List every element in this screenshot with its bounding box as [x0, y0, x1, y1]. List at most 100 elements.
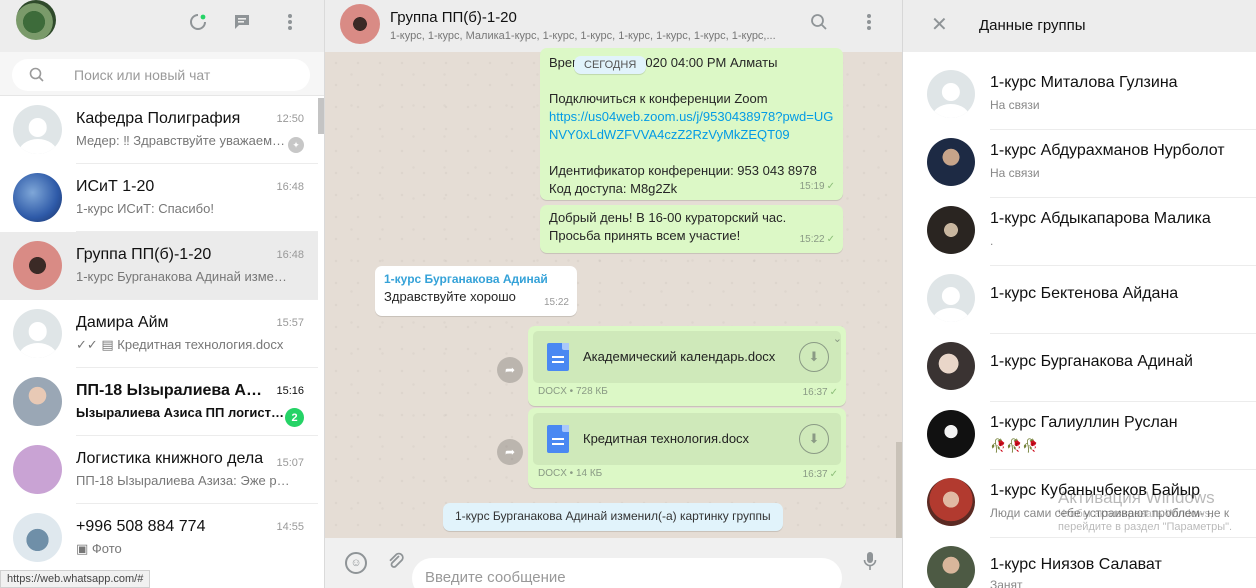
- chat-item-isit[interactable]: ИСиТ 1-20 16:48 1-курс ИСиТ: Спасибо!: [0, 164, 318, 232]
- member-item[interactable]: 1-курс Абдурахманов Нурболот На связи: [903, 130, 1256, 198]
- document-icon: [547, 425, 569, 453]
- mic-icon[interactable]: [863, 551, 877, 576]
- chat-time: 16:48: [276, 181, 304, 193]
- date-pill: СЕГОДНЯ: [574, 56, 647, 74]
- message-sender[interactable]: 1-курс Бурганакова Адинай: [384, 270, 568, 288]
- member-avatar: [927, 410, 975, 458]
- member-name: 1-курс Бектенова Айдана: [990, 285, 1179, 302]
- chat-avatar: [13, 241, 62, 290]
- document-meta: DOCX • 14 КБ: [538, 468, 603, 479]
- chat-item-phone[interactable]: +996 508 884 774 14:55 ▣ Фото: [0, 504, 318, 572]
- member-avatar: [927, 274, 975, 322]
- my-avatar[interactable]: [16, 0, 56, 40]
- chat-preview: ПП-18 Ызыралиева Азиза: Эже разрешите…: [76, 473, 291, 488]
- chat-list: Кафедра Полиграфия 12:50 Медер: ‼ Здравс…: [0, 96, 318, 572]
- document-name: Академический календарь.docx: [583, 349, 776, 364]
- menu-icon[interactable]: [855, 8, 883, 36]
- document-card[interactable]: Академический календарь.docx ⬇: [533, 331, 841, 383]
- chat-item-logistika[interactable]: Логистика книжного дела ПП-18 Ызыралиева…: [0, 436, 318, 504]
- group-avatar: [13, 105, 62, 154]
- member-avatar: [927, 70, 975, 118]
- chat-preview: 1-курс Бурганакова Адинай изменил(-а)…: [76, 269, 291, 284]
- member-item[interactable]: 1-курс Галиуллин Руслан 🥀🥀🥀: [903, 402, 1256, 470]
- chat-item-kafedra[interactable]: Кафедра Полиграфия 12:50 Медер: ‼ Здравс…: [0, 96, 318, 164]
- chat-time: 15:57: [276, 317, 304, 329]
- group-title: Группа ПП(б)-1-20: [390, 9, 517, 26]
- chat-preview: 1-курс ИСиТ: Спасибо!: [76, 201, 214, 216]
- member-item[interactable]: 1-курс Кубанычбеков Байыр Люди сами себе…: [903, 470, 1256, 538]
- group-members: 1-курс, 1-курс, Малика1-курс, 1-курс, 1-…: [390, 30, 776, 42]
- new-chat-icon[interactable]: [228, 8, 256, 36]
- document-message-calendar[interactable]: Академический календарь.docx ⬇ DOCX • 72…: [528, 326, 846, 406]
- member-name: 1-курс Кубанычбеков Байыр: [990, 482, 1201, 499]
- chat-time: 15:07: [276, 457, 304, 469]
- document-card[interactable]: Кредитная технология.docx ⬇: [533, 413, 841, 465]
- attach-icon[interactable]: [387, 551, 405, 576]
- emoji-icon[interactable]: ☺: [345, 552, 367, 574]
- member-avatar: [927, 478, 975, 526]
- member-item[interactable]: 1-курс Ниязов Салават Занят: [903, 538, 1256, 588]
- member-status: .: [990, 234, 994, 248]
- system-message: 1-курс Бурганакова Адинай изменил(-а) ка…: [443, 503, 783, 531]
- message-input[interactable]: [425, 569, 825, 586]
- group-info-title: Данные группы: [979, 17, 1086, 34]
- document-name: Кредитная технология.docx: [583, 431, 750, 446]
- chat-time: 12:50: [276, 113, 304, 125]
- chat-time: 16:48: [276, 249, 304, 261]
- member-item[interactable]: 1-курс Бурганакова Адинай: [903, 334, 1256, 402]
- chat-item-damira[interactable]: Дамира Айм 15:57 ✓✓ ▤ Кредитная технолог…: [0, 300, 318, 368]
- menu-icon[interactable]: [276, 8, 304, 36]
- member-status: Занят: [990, 578, 1023, 588]
- chevron-down-icon[interactable]: ⌄: [833, 330, 842, 348]
- message-bubble-incoming[interactable]: 1-курс Бурганакова Адинай Здравствуйте х…: [375, 266, 577, 316]
- unread-badge: 2: [285, 408, 304, 427]
- member-name: 1-курс Бурганакова Адинай: [990, 353, 1193, 370]
- member-avatar: [927, 546, 975, 588]
- document-icon: [547, 343, 569, 371]
- chat-name: Группа ПП(б)-1-20: [76, 246, 212, 263]
- chat-preview: ▣ Фото: [76, 541, 122, 556]
- zoom-link[interactable]: https://us04web.zoom.us/j/9530438978?pwd…: [549, 109, 833, 142]
- member-name: 1-курс Миталова Гулзина: [990, 74, 1178, 91]
- chat-item-pp18[interactable]: ПП-18 Ызыралиева Аз... 15:16 Ызыралиева …: [0, 368, 318, 436]
- chat-name: Логистика книжного дела: [76, 450, 264, 467]
- member-status: Люди сами себе устраивают проблем- не к: [990, 506, 1230, 520]
- search-input[interactable]: [74, 65, 294, 85]
- chat-name: ПП-18 Ызыралиева Аз...: [76, 382, 266, 399]
- chat-avatar: [13, 309, 62, 358]
- member-avatar: [927, 138, 975, 186]
- search-box[interactable]: [12, 59, 310, 91]
- download-icon[interactable]: ⬇: [799, 342, 829, 372]
- chat-avatar: [13, 173, 62, 222]
- member-item[interactable]: 1-курс Абдыкапарова Малика .: [903, 198, 1256, 266]
- chat-item-group-pp[interactable]: Группа ПП(б)-1-20 16:48 1-курс Бурганако…: [0, 232, 318, 300]
- member-avatar: [927, 342, 975, 390]
- message-bubble-curator[interactable]: Добрый день! В 16-00 кураторский час. Пр…: [540, 205, 843, 253]
- chat-avatar: [13, 513, 62, 562]
- close-icon[interactable]: ✕: [931, 12, 948, 37]
- message-time: 16:37 ✓: [802, 469, 838, 480]
- member-item[interactable]: 1-курс Миталова Гулзина На связи: [903, 62, 1256, 130]
- pin-icon: ✦: [288, 137, 304, 153]
- member-name: 1-курс Абдыкапарова Малика: [990, 210, 1211, 227]
- forward-icon[interactable]: ➦: [497, 439, 523, 465]
- member-name: 1-курс Ниязов Салават: [990, 556, 1162, 573]
- search-icon[interactable]: [805, 8, 833, 36]
- message-time: 15:22: [543, 297, 569, 308]
- member-avatar: [927, 206, 975, 254]
- chat-avatar: [13, 377, 62, 426]
- document-message-credit[interactable]: Кредитная технология.docx ⬇ DOCX • 14 КБ…: [528, 408, 846, 488]
- group-avatar[interactable]: [340, 4, 380, 44]
- conversation-scrollbar[interactable]: [896, 442, 902, 538]
- chat-list-scrollbar[interactable]: [318, 98, 324, 134]
- message-input-box[interactable]: [412, 558, 842, 588]
- status-icon[interactable]: [184, 8, 212, 36]
- message-time: 15:19 ✓: [799, 181, 835, 192]
- conversation-header[interactable]: Группа ПП(б)-1-20 1-курс, 1-курс, Малика…: [325, 0, 902, 52]
- download-icon[interactable]: ⬇: [799, 424, 829, 454]
- member-item[interactable]: 1-курс Бектенова Айдана: [903, 266, 1256, 334]
- chat-list-panel: Кафедра Полиграфия 12:50 Медер: ‼ Здравс…: [0, 0, 325, 588]
- forward-icon[interactable]: ➦: [497, 357, 523, 383]
- chat-time: 15:16: [276, 385, 304, 397]
- message-time: 16:37 ✓: [802, 387, 838, 398]
